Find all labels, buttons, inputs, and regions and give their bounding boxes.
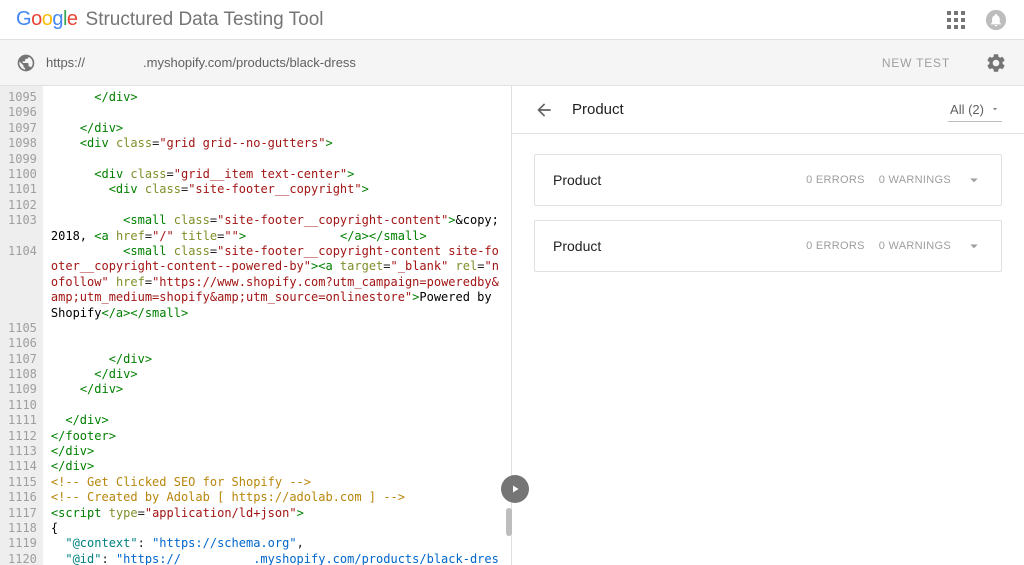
url-bar: https://.myshopify.com/products/black-dr… [0, 40, 1024, 86]
code-line: <small class="site-footer__copyright-con… [51, 244, 503, 321]
gear-icon[interactable] [984, 51, 1008, 75]
scrollbar-thumb[interactable] [506, 508, 512, 536]
line-number: 1117 [8, 506, 37, 521]
line-number: 1119 [8, 536, 37, 551]
result-title: Product [572, 101, 948, 118]
line-number: 1111 [8, 413, 37, 428]
google-logo: Google [16, 8, 78, 31]
line-number: 1104 [8, 244, 37, 321]
code-line: </div> [51, 90, 503, 105]
code-line: </div> [51, 121, 503, 136]
code-line: "@id": "https:// .myshopify.com/products… [51, 552, 503, 565]
line-number: 1099 [8, 152, 37, 167]
result-card[interactable]: Product 0 ERRORS 0 WARNINGS [534, 154, 1002, 206]
code-line: </div> [51, 444, 503, 459]
line-number: 1103 [8, 213, 37, 244]
card-errors: 0 ERRORS [806, 174, 865, 186]
line-number: 1100 [8, 167, 37, 182]
card-errors: 0 ERRORS [806, 240, 865, 252]
line-number: 1116 [8, 490, 37, 505]
line-number: 1107 [8, 352, 37, 367]
card-title: Product [553, 172, 792, 188]
code-line: <script type="application/ld+json"> [51, 506, 503, 521]
line-number: 1115 [8, 475, 37, 490]
new-test-button[interactable]: NEW TEST [882, 56, 950, 70]
line-gutter: 1095109610971098109911001101110211031104… [0, 86, 43, 565]
line-number: 1097 [8, 121, 37, 136]
app-title: Structured Data Testing Tool [86, 9, 324, 31]
notifications-icon[interactable] [984, 8, 1008, 32]
line-number: 1114 [8, 459, 37, 474]
card-warnings: 0 WARNINGS [879, 174, 951, 186]
code-line: </div> [51, 413, 503, 428]
code-line: "@context": "https://schema.org", [51, 536, 503, 551]
chevron-down-icon [965, 237, 983, 255]
code-line: </div> [51, 367, 503, 382]
line-number: 1098 [8, 136, 37, 151]
code-line: <!-- Created by Adolab [ https://adolab.… [51, 490, 503, 505]
code-line: <div class="grid grid--no-gutters"> [51, 136, 503, 151]
play-fab-button[interactable] [501, 475, 529, 503]
code-content[interactable]: </div> </div> <div class="grid grid--no-… [43, 86, 511, 565]
results-body: Product 0 ERRORS 0 WARNINGS Product 0 ERRORS… [512, 134, 1024, 306]
code-line: </div> [51, 382, 503, 397]
code-pane[interactable]: 1095109610971098109911001101110211031104… [0, 86, 512, 565]
code-line: </div> [51, 459, 503, 474]
back-arrow-icon[interactable] [534, 100, 554, 120]
url-display[interactable]: https://.myshopify.com/products/black-dr… [46, 55, 882, 70]
line-number: 1095 [8, 90, 37, 105]
line-number: 1110 [8, 398, 37, 413]
line-number: 1112 [8, 429, 37, 444]
globe-icon [16, 53, 36, 73]
chevron-down-icon [965, 171, 983, 189]
line-number: 1102 [8, 198, 37, 213]
apps-icon[interactable] [944, 8, 968, 32]
code-line: <small class="site-footer__copyright-con… [51, 213, 503, 244]
results-header: Product All (2) [512, 86, 1024, 134]
caret-down-icon [990, 104, 1000, 114]
code-line: </div> [51, 352, 503, 367]
line-number: 1106 [8, 336, 37, 351]
line-number: 1101 [8, 182, 37, 197]
line-number: 1096 [8, 105, 37, 120]
results-pane: Product All (2) Product 0 ERRORS 0 WARNING… [512, 86, 1024, 565]
filter-label: All (2) [950, 102, 984, 117]
code-line: <div class="grid__item text-center"> [51, 167, 503, 182]
card-title: Product [553, 238, 792, 254]
line-number: 1105 [8, 321, 37, 336]
code-line: </footer> [51, 429, 503, 444]
line-number: 1109 [8, 382, 37, 397]
code-line [51, 105, 503, 120]
code-line: <div class="site-footer__copyright"> [51, 182, 503, 197]
line-number: 1113 [8, 444, 37, 459]
code-line [51, 321, 503, 336]
filter-dropdown[interactable]: All (2) [948, 98, 1002, 122]
card-warnings: 0 WARNINGS [879, 240, 951, 252]
result-card[interactable]: Product 0 ERRORS 0 WARNINGS [534, 220, 1002, 272]
code-line: { [51, 521, 503, 536]
code-line: <!-- Get Clicked SEO for Shopify --> [51, 475, 503, 490]
code-line [51, 152, 503, 167]
code-line [51, 198, 503, 213]
code-line [51, 398, 503, 413]
line-number: 1108 [8, 367, 37, 382]
line-number: 1118 [8, 521, 37, 536]
google-wordmark: Google [16, 8, 78, 31]
app-header: Google Structured Data Testing Tool [0, 0, 1024, 40]
line-number: 1120 [8, 552, 37, 565]
code-line [51, 336, 503, 351]
